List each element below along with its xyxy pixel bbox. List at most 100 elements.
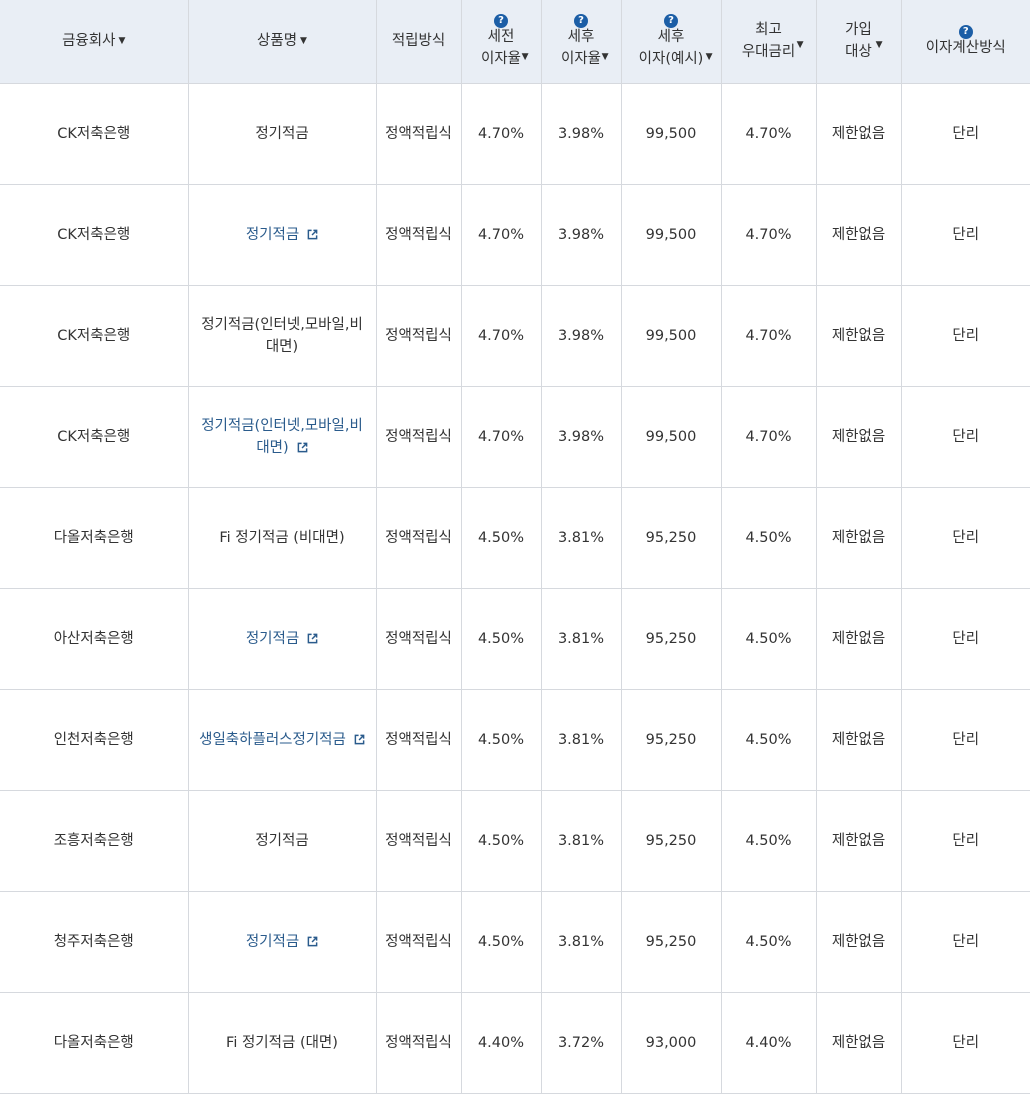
cell-target: 제한없음 bbox=[816, 285, 902, 387]
header-calc-method: ? 이자계산방식 bbox=[901, 0, 1030, 84]
cell-product[interactable]: 생일축하플러스정기적금 bbox=[188, 689, 377, 791]
external-link-icon[interactable] bbox=[354, 734, 365, 745]
cell-aftertax-rate: 3.98% bbox=[541, 83, 622, 185]
header-company[interactable]: 금융회사 ▼ bbox=[0, 0, 189, 84]
product-name[interactable]: 정기적금 bbox=[246, 227, 299, 243]
header-method-label: 적립방식 bbox=[391, 33, 446, 50]
cell-aftertax-rate: 3.81% bbox=[541, 588, 622, 690]
cell-calc: 단리 bbox=[901, 689, 1030, 791]
pretax-rate: 4.40% bbox=[477, 1034, 525, 1051]
table-row: 인천저축은행 생일축하플러스정기적금 정액적립식 4.50% 3.81% 95,… bbox=[0, 689, 1030, 791]
cell-aftertax-rate: 3.81% bbox=[541, 790, 622, 892]
cell-aftertax-rate: 3.81% bbox=[541, 891, 622, 993]
product-name: 정기적금 bbox=[255, 125, 309, 142]
cell-company: 다올저축은행 bbox=[0, 487, 189, 589]
table-row: 조흥저축은행 정기적금 정액적립식 4.50% 3.81% 95,250 4.5… bbox=[0, 790, 1030, 892]
cell-company: 다올저축은행 bbox=[0, 992, 189, 1094]
cell-method: 정액적립식 bbox=[376, 487, 462, 589]
header-aftertax-rate[interactable]: ? 세후 이자율 ▼ bbox=[541, 0, 622, 84]
cell-max-rate: 4.70% bbox=[721, 184, 817, 286]
cell-target: 제한없음 bbox=[816, 790, 902, 892]
cell-pretax-rate: 4.70% bbox=[461, 386, 542, 488]
table-row: CK저축은행 정기적금 정액적립식 4.70% 3.98% 99,500 4.7… bbox=[0, 184, 1030, 286]
cell-interest: 93,000 bbox=[621, 992, 722, 1094]
cell-aftertax-rate: 3.81% bbox=[541, 487, 622, 589]
product-name[interactable]: 정기적금(인터넷,모바일,비 bbox=[201, 418, 363, 434]
cell-max-rate: 4.40% bbox=[721, 992, 817, 1094]
cell-pretax-rate: 4.50% bbox=[461, 689, 542, 791]
cell-company: 조흥저축은행 bbox=[0, 790, 189, 892]
header-calc-label: 이자계산방식 bbox=[925, 40, 1006, 57]
aftertax-rate: 3.98% bbox=[557, 226, 605, 243]
join-target: 제한없음 bbox=[831, 327, 886, 344]
cell-product: Fi 정기적금 (대면) bbox=[188, 992, 377, 1094]
cell-company: 인천저축은행 bbox=[0, 689, 189, 791]
header-product[interactable]: 상품명 ▼ bbox=[188, 0, 377, 84]
external-link-icon[interactable] bbox=[307, 936, 318, 947]
cell-max-rate: 4.50% bbox=[721, 689, 817, 791]
header-target[interactable]: 가입 대상 ▼ bbox=[816, 0, 902, 84]
header-target-line2: 대상 bbox=[845, 44, 872, 61]
sort-down-icon[interactable]: ▼ bbox=[300, 30, 307, 52]
join-target: 제한없음 bbox=[831, 630, 886, 647]
cell-product[interactable]: 정기적금 bbox=[188, 588, 377, 690]
cell-calc: 단리 bbox=[901, 891, 1030, 993]
product-name-line2[interactable]: 대면) bbox=[256, 440, 288, 456]
header-max-line2: 우대금리 bbox=[741, 44, 796, 61]
product-name[interactable]: 생일축하플러스정기적금 bbox=[199, 732, 346, 748]
cell-target: 제한없음 bbox=[816, 83, 902, 185]
table-row: CK저축은행 정기적금 정액적립식 4.70% 3.98% 99,500 4.7… bbox=[0, 83, 1030, 185]
table-row: CK저축은행 정기적금(인터넷,모바일,비 대면) 정액적립식 4.70% 3.9… bbox=[0, 386, 1030, 488]
header-aftertax-interest[interactable]: ? 세후 이자(예시) ▼ bbox=[621, 0, 722, 84]
sort-down-icon[interactable]: ▼ bbox=[602, 46, 609, 68]
max-rate: 4.70% bbox=[745, 428, 792, 445]
cell-max-rate: 4.50% bbox=[721, 588, 817, 690]
header-pretax-line2: 이자율 bbox=[480, 51, 522, 68]
aftertax-interest: 99,500 bbox=[645, 327, 697, 344]
sort-down-icon[interactable]: ▼ bbox=[876, 34, 883, 56]
pretax-rate: 4.50% bbox=[477, 630, 525, 647]
calc-method: 단리 bbox=[952, 933, 980, 950]
external-link-icon[interactable] bbox=[307, 633, 318, 644]
sort-down-icon[interactable]: ▼ bbox=[797, 34, 804, 56]
product-name[interactable]: 정기적금 bbox=[246, 934, 299, 950]
table-body: CK저축은행 정기적금 정액적립식 4.70% 3.98% 99,500 4.7… bbox=[0, 83, 1030, 1094]
company-name: 다올저축은행 bbox=[53, 1034, 134, 1051]
sort-down-icon[interactable]: ▼ bbox=[522, 46, 529, 68]
company-name: 조흥저축은행 bbox=[53, 832, 134, 849]
product-name: Fi 정기적금 (대면) bbox=[226, 1034, 338, 1051]
cell-product[interactable]: 정기적금 bbox=[188, 184, 377, 286]
cell-aftertax-rate: 3.98% bbox=[541, 386, 622, 488]
sort-down-icon[interactable]: ▼ bbox=[706, 46, 713, 68]
header-pretax-rate[interactable]: ? 세전 이자율 ▼ bbox=[461, 0, 542, 84]
external-link-icon[interactable] bbox=[307, 229, 318, 240]
cell-aftertax-rate: 3.81% bbox=[541, 689, 622, 791]
cell-max-rate: 4.50% bbox=[721, 891, 817, 993]
cell-product: Fi 정기적금 (비대면) bbox=[188, 487, 377, 589]
header-max-rate[interactable]: 최고 우대금리 ▼ bbox=[721, 0, 817, 84]
cell-product[interactable]: 정기적금 bbox=[188, 891, 377, 993]
cell-aftertax-rate: 3.72% bbox=[541, 992, 622, 1094]
cell-product[interactable]: 정기적금(인터넷,모바일,비대면) bbox=[188, 386, 377, 488]
product-name[interactable]: 정기적금 bbox=[246, 631, 299, 647]
pretax-rate: 4.70% bbox=[477, 125, 525, 142]
table-row: CK저축은행 정기적금(인터넷,모바일,비 대면) 정액적립식 4.70% 3.9… bbox=[0, 285, 1030, 387]
aftertax-interest: 99,500 bbox=[645, 125, 697, 142]
cell-target: 제한없음 bbox=[816, 184, 902, 286]
cell-product: 정기적금 bbox=[188, 83, 377, 185]
external-link-icon[interactable] bbox=[297, 442, 308, 453]
cell-pretax-rate: 4.50% bbox=[461, 790, 542, 892]
company-name: CK저축은행 bbox=[57, 226, 131, 243]
max-rate: 4.70% bbox=[745, 125, 792, 142]
cell-aftertax-rate: 3.98% bbox=[541, 285, 622, 387]
sort-down-icon[interactable]: ▼ bbox=[118, 30, 125, 52]
calc-method: 단리 bbox=[952, 125, 980, 142]
calc-method: 단리 bbox=[952, 630, 980, 647]
cell-max-rate: 4.70% bbox=[721, 83, 817, 185]
cell-max-rate: 4.50% bbox=[721, 487, 817, 589]
cell-company: CK저축은행 bbox=[0, 184, 189, 286]
pretax-rate: 4.50% bbox=[477, 731, 525, 748]
cell-method: 정액적립식 bbox=[376, 83, 462, 185]
cell-method: 정액적립식 bbox=[376, 184, 462, 286]
pretax-rate: 4.70% bbox=[477, 226, 525, 243]
